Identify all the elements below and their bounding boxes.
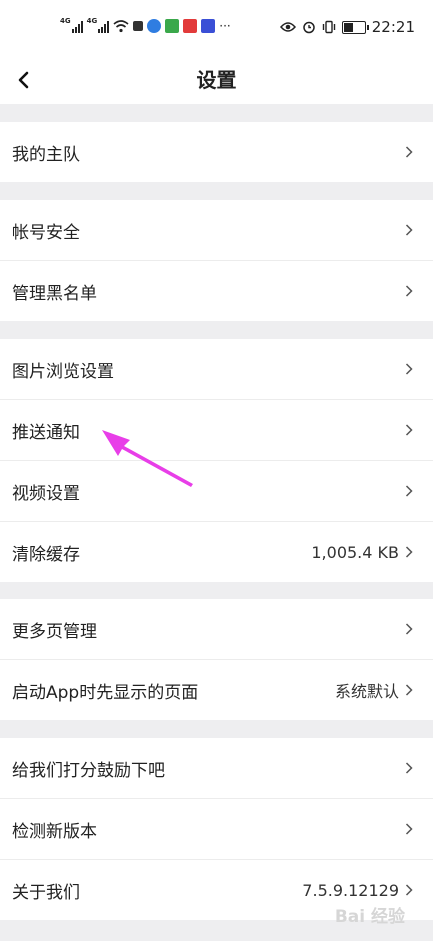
- settings-item-label: 启动App时先显示的页面: [12, 682, 199, 703]
- battery-icon: [341, 20, 369, 34]
- settings-item-clear-cache[interactable]: 清除缓存 1,005.4 KB: [0, 521, 433, 582]
- settings-group-pages: 更多页管理 启动App时先显示的页面 系统默认: [0, 599, 433, 720]
- chevron-right-icon: [405, 485, 413, 497]
- settings-item-label: 帐号安全: [12, 222, 80, 243]
- settings-item-label: 管理黑名单: [12, 283, 97, 304]
- app-notification-icon: [183, 18, 198, 33]
- settings-item-rate-us[interactable]: 给我们打分鼓励下吧: [0, 738, 433, 798]
- more-notifications-icon: ···: [219, 18, 231, 33]
- chevron-right-icon: [405, 424, 413, 436]
- wifi-icon: [113, 19, 129, 32]
- page-title: 设置: [196, 68, 237, 92]
- settings-item-label: 给我们打分鼓励下吧: [12, 760, 165, 781]
- settings-item-push-notifications[interactable]: 推送通知: [0, 399, 433, 460]
- cellular-signal-1: 4G: [60, 18, 83, 33]
- eye-icon: [279, 22, 296, 32]
- status-bar: 4G 4G ··· 22:21: [0, 0, 433, 58]
- network-type-1: 4G: [60, 17, 71, 25]
- settings-item-more-pages[interactable]: 更多页管理: [0, 599, 433, 659]
- settings-item-blacklist[interactable]: 管理黑名单: [0, 260, 433, 321]
- settings-item-label: 检测新版本: [12, 821, 97, 842]
- settings-item-account-security[interactable]: 帐号安全: [0, 200, 433, 260]
- settings-item-label: 推送通知: [12, 422, 80, 443]
- network-type-2: 4G: [86, 17, 98, 25]
- app-notification-icon: [165, 18, 180, 33]
- status-time: 22:21: [371, 18, 415, 36]
- status-bar-left: 4G 4G ···: [60, 18, 231, 33]
- settings-group-display: 图片浏览设置 推送通知 视频设置 清除缓存 1,005.4 KB: [0, 339, 433, 582]
- app-notification-icon: [147, 18, 162, 33]
- app-notification-icon: [133, 20, 144, 31]
- settings-item-label: 我的主队: [12, 144, 80, 165]
- cache-size-value: 1,005.4 KB: [311, 542, 399, 562]
- settings-item-video[interactable]: 视频设置: [0, 460, 433, 521]
- settings-group-about: 给我们打分鼓励下吧 检测新版本 关于我们 7.5.9.12129: [0, 738, 433, 920]
- chevron-right-icon: [405, 146, 413, 158]
- alarm-icon: [303, 21, 315, 34]
- chevron-right-icon: [405, 823, 413, 835]
- vibrate-icon: [322, 20, 335, 34]
- settings-item-image-browsing[interactable]: 图片浏览设置: [0, 339, 433, 399]
- app-header: 设置: [0, 58, 433, 104]
- settings-group-account: 帐号安全 管理黑名单: [0, 200, 433, 321]
- settings-item-label: 更多页管理: [12, 621, 97, 642]
- settings-item-label: 视频设置: [12, 483, 80, 504]
- chevron-right-icon: [405, 884, 413, 896]
- chevron-right-icon: [405, 762, 413, 774]
- chevron-right-icon: [405, 224, 413, 236]
- status-bar-right: 22:21: [279, 18, 415, 36]
- chevron-right-icon: [405, 363, 413, 375]
- settings-item-label: 关于我们: [12, 882, 80, 903]
- settings-group-team: 我的主队: [0, 122, 433, 182]
- launch-page-value: 系统默认: [334, 682, 399, 701]
- baidu-watermark: Bai 经验: [334, 907, 405, 927]
- settings-item-label: 清除缓存: [12, 544, 80, 565]
- settings-item-label: 图片浏览设置: [12, 361, 114, 382]
- app-notification-icon: [201, 18, 216, 33]
- settings-item-my-team[interactable]: 我的主队: [0, 122, 433, 182]
- cellular-signal-2: 4G: [87, 18, 110, 33]
- version-value: 7.5.9.12129: [302, 880, 399, 900]
- chevron-right-icon: [405, 684, 413, 696]
- chevron-right-icon: [405, 285, 413, 297]
- settings-item-launch-page[interactable]: 启动App时先显示的页面 系统默认: [0, 659, 433, 720]
- settings-item-check-update[interactable]: 检测新版本: [0, 798, 433, 859]
- chevron-right-icon: [405, 623, 413, 635]
- chevron-right-icon: [405, 546, 413, 558]
